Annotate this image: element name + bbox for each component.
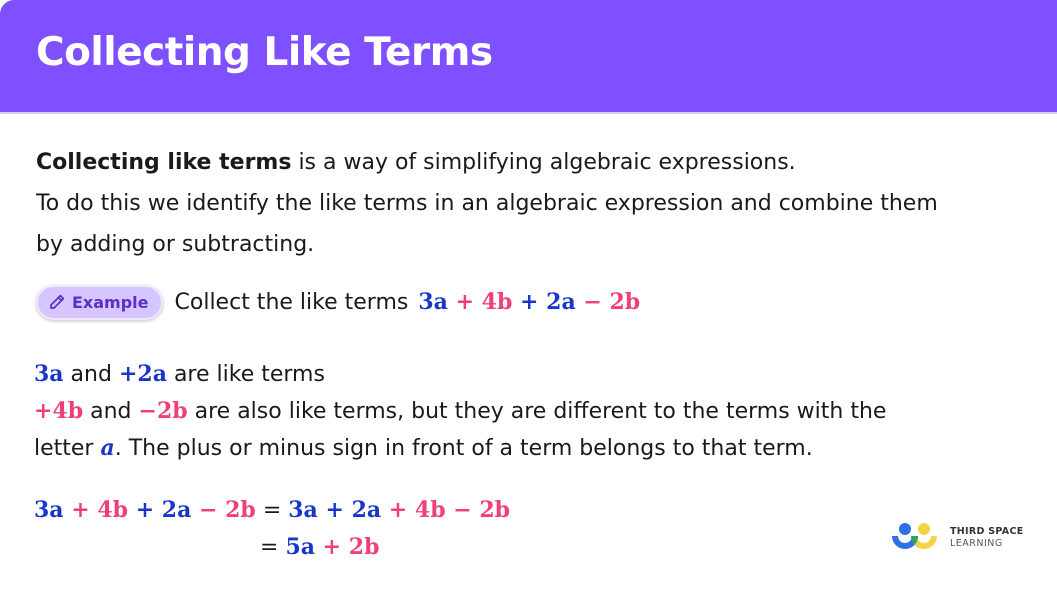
logo-icon	[892, 523, 937, 549]
math-token: +	[63, 497, 98, 523]
math-token: +	[315, 534, 349, 560]
like-term-plus-2a: +2a	[118, 361, 167, 387]
math-token: +	[447, 289, 482, 315]
intro-line2: To do this we identify the like terms in…	[36, 191, 938, 216]
example-badge: Example	[36, 284, 163, 320]
title-banner: Collecting Like Terms	[0, 0, 1057, 112]
text-rest: are also like terms, but they are differ…	[187, 399, 887, 424]
math-token: 3a	[34, 497, 64, 523]
intro-line3: by adding or subtracting.	[36, 232, 315, 257]
math-token: −	[445, 497, 480, 523]
math-token: 2a	[161, 497, 192, 523]
math-token: =	[260, 535, 286, 560]
explanation-line3: letter a. The plus or minus sign in fron…	[34, 430, 1034, 467]
math-token: 3a	[418, 289, 448, 315]
logo-line1: THIRD SPACE	[950, 526, 1024, 537]
text-rest: are like terms	[166, 362, 325, 387]
math-token: +	[381, 497, 415, 523]
math-token: +	[317, 497, 352, 523]
letter-a: a	[100, 435, 115, 461]
math-token: +	[128, 497, 162, 523]
math-token: 2b	[609, 289, 641, 315]
explanation-line1: 3a and +2a are like terms	[34, 356, 1034, 393]
math-token: 5a	[285, 534, 315, 560]
math-token: 4b	[481, 289, 513, 315]
like-term-minus-2b: −2b	[138, 398, 188, 424]
text-rest: . The plus or minus sign in front of a t…	[114, 436, 813, 461]
working-equations: 3a + 4b + 2a − 2b = 3a + 2a + 4b − 2b = …	[34, 492, 510, 566]
intro-line1: is a way of simplifying algebraic expres…	[291, 150, 796, 175]
math-token: −	[575, 289, 610, 315]
math-token: 2b	[479, 497, 511, 523]
math-token: =	[255, 498, 289, 523]
example-prompt: Collect the like terms	[174, 289, 409, 315]
like-term-plus-4b: +4b	[34, 398, 84, 424]
math-token: 2a	[546, 289, 576, 315]
equation-row-1: 3a + 4b + 2a − 2b = 3a + 2a + 4b − 2b	[34, 492, 510, 529]
intro-paragraph: Collecting like terms is a way of simpli…	[36, 142, 1036, 265]
third-space-learning-logo: THIRD SPACE LEARNING	[890, 522, 1024, 554]
math-token: −	[191, 497, 226, 523]
text-and: and	[83, 399, 139, 424]
pencil-icon	[50, 294, 65, 309]
text-and: and	[63, 362, 119, 387]
example-badge-label: Example	[72, 292, 149, 312]
intro-bold-lead: Collecting like terms	[36, 150, 292, 175]
math-token: 4b	[414, 497, 446, 523]
math-token: 2b	[348, 534, 380, 560]
text-lead: letter	[34, 436, 101, 461]
example-row: Example Collect the like terms 3a + 4b +…	[36, 282, 640, 322]
example-expression: 3a + 4b + 2a − 2b	[418, 289, 640, 315]
like-term-3a: 3a	[34, 361, 64, 387]
equation-row-2: = 5a + 2b	[34, 529, 510, 566]
explanation: 3a and +2a are like terms +4b and −2b ar…	[34, 356, 1034, 467]
header-divider	[0, 112, 1057, 114]
math-token: 2a	[351, 497, 382, 523]
page-title: Collecting Like Terms	[36, 30, 493, 75]
logo-line2: LEARNING	[950, 538, 1003, 549]
math-token: 2b	[225, 497, 256, 523]
explanation-line2: +4b and −2b are also like terms, but the…	[34, 393, 1034, 430]
math-token: 3a	[288, 497, 318, 523]
math-token: +	[512, 289, 547, 315]
math-token: 4b	[97, 497, 129, 523]
